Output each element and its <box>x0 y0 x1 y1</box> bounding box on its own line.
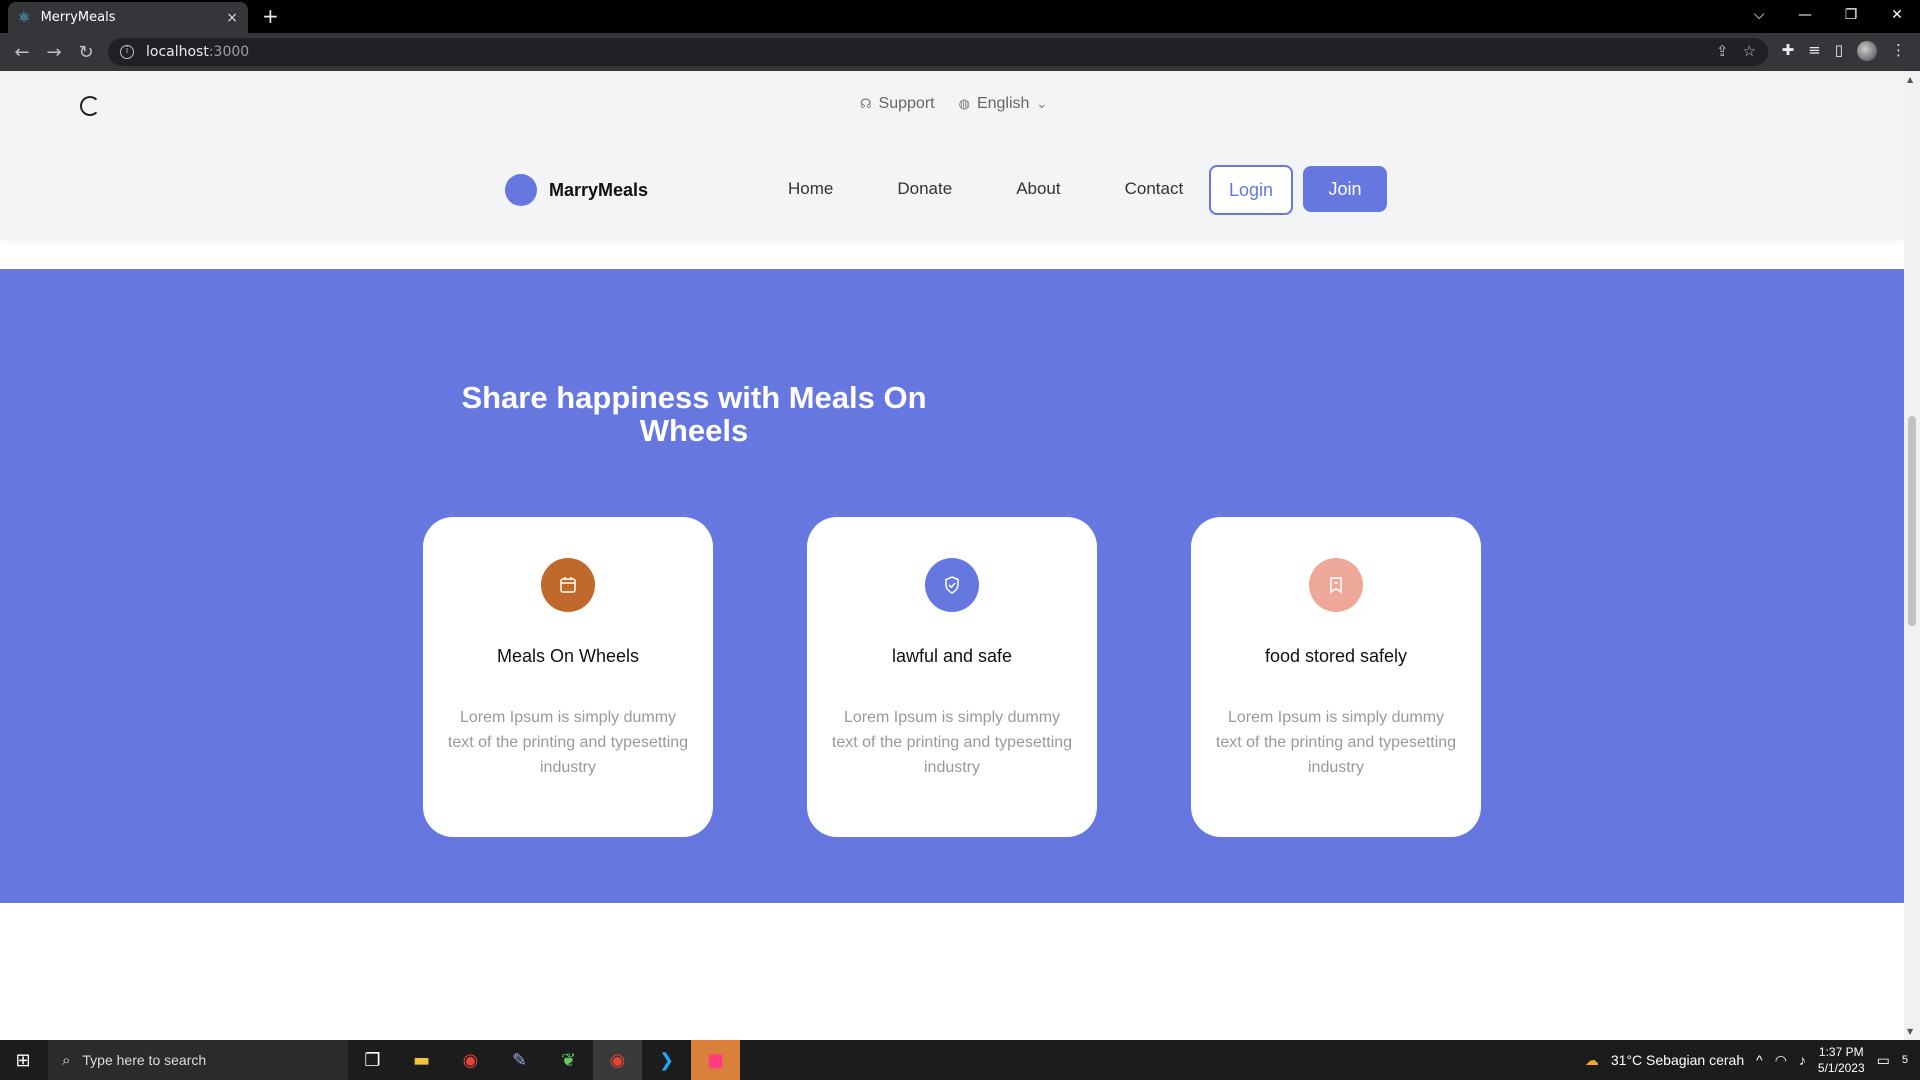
new-tab-button[interactable]: + <box>262 4 279 28</box>
tab-close-icon[interactable]: × <box>226 10 238 26</box>
globe-icon: ◍ <box>958 96 970 111</box>
restore-button[interactable]: ❐ <box>1828 0 1874 30</box>
task-view-icon[interactable]: ❐ <box>348 1040 397 1080</box>
main-nav: Home Donate About Contact <box>788 179 1183 199</box>
feature-card-title: Meals On Wheels <box>496 646 640 666</box>
browser-toolbar: ← → ↻ i localhost:3000 ⇪ ☆ ✚ ≡ ▯ ⋮ <box>0 33 1920 71</box>
tab-title: MerryMeals <box>40 10 116 25</box>
vscode-icon[interactable]: ❯ <box>642 1040 691 1080</box>
headset-icon: ☊ <box>860 96 872 111</box>
weather-text[interactable]: 31°C Sebagian cerah <box>1611 1052 1744 1068</box>
brand-name: MarryMeals <box>549 179 649 200</box>
nav-contact[interactable]: Contact <box>1125 179 1184 199</box>
taskbar-search-placeholder: Type here to search <box>82 1052 207 1068</box>
forward-icon[interactable]: → <box>38 42 70 63</box>
notifications-count: 5 <box>1901 1054 1908 1066</box>
address-bar[interactable]: i localhost:3000 ⇪ ☆ <box>108 38 1768 66</box>
clock-time: 1:37 PM <box>1818 1045 1864 1059</box>
tab-strip: ⚛ MerryMeals × + ⌵ — ❐ ✕ <box>0 0 1920 33</box>
brand[interactable]: MarryMeals <box>505 174 648 206</box>
close-window-button[interactable]: ✕ <box>1874 0 1920 30</box>
support-link[interactable]: ☊ Support <box>860 95 935 113</box>
minimize-button[interactable]: — <box>1782 0 1828 30</box>
chrome-icon[interactable]: ◉ <box>446 1040 495 1080</box>
back-icon[interactable]: ← <box>6 42 38 63</box>
menu-kebab-icon[interactable]: ⋮ <box>1891 41 1906 61</box>
browser-tab[interactable]: ⚛ MerryMeals × <box>8 2 248 33</box>
scroll-down-icon[interactable]: ▼ <box>1907 1027 1913 1036</box>
media-icon[interactable]: ≡ <box>1808 41 1821 61</box>
page-viewport: ☊ Support ◍ English ⌄ MarryMeals Home Donat… <box>0 71 1904 1040</box>
site-info-icon[interactable]: i <box>120 45 134 59</box>
extensions-icon[interactable]: ✚ <box>1782 41 1795 61</box>
loader-icon <box>80 96 100 116</box>
language-label: English <box>976 95 1030 112</box>
system-tray: ☁ 31°C Sebagian cerah ^ ◠ ♪ 1:37 PM 5/1/… <box>1585 1040 1920 1080</box>
scroll-up-icon[interactable]: ▲ <box>1907 75 1913 84</box>
volume-icon[interactable]: ♪ <box>1799 1052 1806 1068</box>
feature-card-description: Lorem Ipsum is simply dummy text of the … <box>831 709 1073 776</box>
share-icon[interactable]: ⇪ <box>1716 42 1729 60</box>
feature-card-title: lawful and safe <box>891 646 1013 666</box>
browser-chrome: ⚛ MerryMeals × + ⌵ — ❐ ✕ ← → ↻ i localho… <box>0 0 1920 71</box>
chrome-active-icon[interactable]: ◉ <box>593 1040 642 1080</box>
tab-search-icon[interactable]: ⌵ <box>1736 0 1782 30</box>
section-title: Share happiness with Meals On Wheels <box>461 380 927 448</box>
login-button[interactable]: Login <box>1209 165 1293 215</box>
shield-check-icon <box>925 558 979 612</box>
feature-card: Meals On Wheels Lorem Ipsum is simply du… <box>423 517 713 837</box>
support-label: Support <box>878 95 935 112</box>
clock-date: 5/1/2023 <box>1817 1061 1865 1075</box>
side-panel-icon[interactable]: ▯ <box>1835 41 1843 61</box>
profile-avatar[interactable] <box>1857 41 1877 61</box>
react-favicon-icon: ⚛ <box>18 9 31 26</box>
calendar-icon <box>541 558 595 612</box>
features-section: Share happiness with Meals On Wheels Mea… <box>0 269 1904 903</box>
taskbar-apps: ❐ ▬ ◉ ✎ ❦ ◉ ❯ ■ <box>348 1040 740 1080</box>
url-port: :3000 <box>208 44 250 60</box>
tray-chevron-icon[interactable]: ^ <box>1756 1052 1763 1068</box>
network-icon[interactable]: ◠ <box>1775 1052 1787 1069</box>
os-taskbar: ⊞ ⌕ Type here to search ❐ ▬ ◉ ✎ ❦ ◉ ❯ ■ … <box>0 1040 1920 1080</box>
scrollbar-thumb[interactable] <box>1908 416 1916 626</box>
url-host: localhost <box>146 44 209 60</box>
notifications-icon[interactable]: ▭ <box>1877 1052 1890 1069</box>
nav-donate[interactable]: Donate <box>897 179 952 199</box>
feature-card: lawful and safe Lorem Ipsum is simply du… <box>807 517 1097 837</box>
chevron-down-icon: ⌄ <box>1036 96 1048 111</box>
join-button[interactable]: Join <box>1303 166 1387 212</box>
site-header: ☊ Support ◍ English ⌄ MarryMeals Home Donat… <box>0 71 1904 238</box>
weather-icon[interactable]: ☁ <box>1585 1052 1599 1069</box>
feature-card: food stored safely Lorem Ipsum is simply… <box>1191 517 1481 837</box>
utility-bar: ☊ Support ◍ English ⌄ <box>860 95 1047 113</box>
logo-icon <box>505 174 537 206</box>
search-icon: ⌕ <box>62 1051 71 1069</box>
feature-card-title: food stored safely <box>1264 646 1408 666</box>
reload-icon[interactable]: ↻ <box>70 42 102 63</box>
windows-start-icon[interactable]: ⊞ <box>0 1050 46 1071</box>
bookmark-icon <box>1309 558 1363 612</box>
nav-home[interactable]: Home <box>788 179 833 199</box>
taskbar-search[interactable]: ⌕ Type here to search <box>48 1040 348 1080</box>
feature-card-description: Lorem Ipsum is simply dummy text of the … <box>1215 709 1457 776</box>
feature-card-description: Lorem Ipsum is simply dummy text of the … <box>447 709 689 776</box>
paint-icon[interactable]: ✎ <box>495 1040 544 1080</box>
nav-about[interactable]: About <box>1016 179 1060 199</box>
page-scrollbar[interactable]: ▲ ▼ <box>1904 71 1920 1040</box>
clock[interactable]: 1:37 PM 5/1/2023 <box>1818 1044 1865 1076</box>
app-leaf-icon[interactable]: ❦ <box>544 1040 593 1080</box>
language-selector[interactable]: ◍ English ⌄ <box>959 95 1048 113</box>
intellij-icon[interactable]: ■ <box>691 1040 740 1080</box>
bookmark-star-icon[interactable]: ☆ <box>1743 42 1756 60</box>
window-controls: ⌵ — ❐ ✕ <box>1736 0 1920 30</box>
file-explorer-icon[interactable]: ▬ <box>397 1040 446 1080</box>
